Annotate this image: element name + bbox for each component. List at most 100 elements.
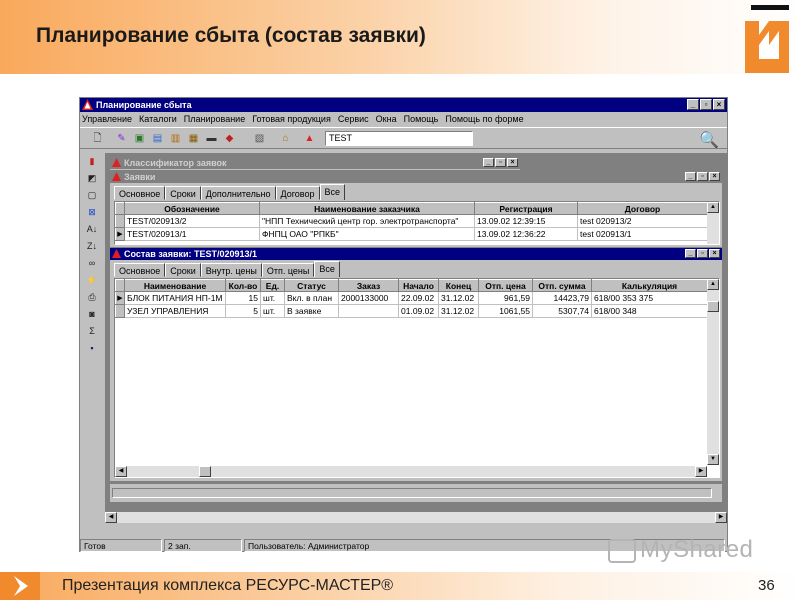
table-cell[interactable]: "НПП Технический центр гор. электротранс… (259, 214, 475, 228)
table-cell[interactable]: 618/00 348 (591, 304, 708, 318)
table-row[interactable]: УЗЕЛ УПРАВЛЕНИЯ 5 шт. В заявке 01.09.02 … (115, 304, 708, 318)
menu-okna[interactable]: Окна (376, 113, 397, 126)
column-header[interactable]: Начало (398, 279, 439, 292)
row-indicator[interactable] (115, 214, 125, 228)
filter-icon[interactable]: ⚡ (84, 273, 100, 288)
preview-icon[interactable]: 🗋 (90, 131, 105, 146)
column-header[interactable]: Конец (438, 279, 479, 292)
column-header[interactable]: Отп. сумма (532, 279, 592, 292)
table-cell[interactable]: 31.12.02 (438, 291, 479, 305)
print-preview-icon[interactable]: ◙ (84, 307, 100, 322)
table-row[interactable]: ▶ TEST/020913/1 ФНПЦ ОАО "РПКБ" 13.09.02… (115, 227, 708, 241)
current-row-indicator-icon[interactable]: ▶ (115, 227, 125, 241)
maximize-button[interactable]: ▫ (697, 172, 708, 181)
column-header[interactable]: Обозначение (124, 202, 260, 215)
sum-icon[interactable]: Σ (84, 324, 100, 339)
table-cell[interactable]: УЗЕЛ УПРАВЛЕНИЯ (124, 304, 226, 318)
note-icon[interactable]: ▢ (84, 188, 100, 203)
table-cell[interactable]: 14423,79 (532, 291, 592, 305)
menu-servis[interactable]: Сервис (338, 113, 369, 126)
binoculars-icon[interactable]: ∞ (84, 256, 100, 271)
minimize-button[interactable]: _ (483, 158, 494, 167)
edit-icon[interactable]: ◩ (84, 171, 100, 186)
folder-icon[interactable]: ▦ (186, 131, 201, 146)
table-cell[interactable]: 31.12.02 (438, 304, 479, 318)
column-header[interactable]: Статус (284, 279, 339, 292)
copy-icon[interactable]: ▣ (132, 131, 147, 146)
column-header[interactable]: Заказ (338, 279, 399, 292)
table-cell[interactable]: test 020913/1 (577, 227, 708, 241)
table-cell[interactable]: 2000133000 (338, 291, 399, 305)
orders-vscroll[interactable]: ▲ (707, 202, 719, 244)
print-icon[interactable]: ⎙ (84, 290, 100, 305)
table-cell[interactable] (338, 304, 399, 318)
table-cell[interactable]: 13.09.02 12:36:22 (474, 227, 578, 241)
column-header[interactable]: Наименование заказчика (259, 202, 475, 215)
maximize-button[interactable]: ▫ (700, 99, 712, 110)
menu-upravlenie[interactable]: Управление (82, 113, 132, 126)
sort-asc-icon[interactable]: A↓ (84, 222, 100, 237)
table-cell[interactable]: 5307,74 (532, 304, 592, 318)
minimize-button[interactable]: _ (685, 172, 696, 181)
stack-icon[interactable]: ▤ (150, 131, 165, 146)
search-icon[interactable]: 🔍 (699, 130, 719, 150)
table-row[interactable]: TEST/020913/2 "НПП Технический центр гор… (115, 214, 708, 228)
table-row[interactable]: ▶ БЛОК ПИТАНИЯ НП-1М 15 шт. Вкл. в план … (115, 291, 708, 305)
scroll-right-icon[interactable]: ▶ (715, 512, 727, 523)
tab-sroki[interactable]: Сроки (165, 263, 201, 277)
menu-planirovanie[interactable]: Планирование (184, 113, 245, 126)
table-cell[interactable]: TEST/020913/1 (124, 227, 260, 241)
close-button[interactable]: × (713, 99, 725, 110)
table-cell[interactable]: 618/00 353 375 (591, 291, 708, 305)
table-cell[interactable]: TEST/020913/2 (124, 214, 260, 228)
table-cell[interactable]: 1061,55 (478, 304, 533, 318)
tag-icon[interactable]: ✎ (114, 131, 129, 146)
column-header[interactable]: Наименование (124, 279, 226, 292)
tab-vnutr-tseny[interactable]: Внутр. цены (200, 263, 262, 277)
close-button[interactable]: × (709, 249, 720, 258)
menu-pomosch-po-forme[interactable]: Помощь по форме (445, 113, 523, 126)
tab-vse[interactable]: Все (314, 261, 340, 277)
column-header[interactable]: Отп. цена (478, 279, 533, 292)
column-header[interactable]: Регистрация (474, 202, 578, 215)
menu-gotovaya-produktsiya[interactable]: Готовая продукция (252, 113, 331, 126)
table-cell[interactable]: шт. (260, 304, 285, 318)
scroll-down-icon[interactable]: ▼ (707, 454, 719, 465)
column-header[interactable]: Ед. (260, 279, 285, 292)
maximize-button[interactable]: ▫ (495, 158, 506, 167)
scroll-thumb[interactable] (199, 466, 211, 477)
row-indicator[interactable] (115, 304, 125, 318)
minimize-button[interactable]: _ (687, 99, 699, 110)
table-cell[interactable]: ФНПЦ ОАО "РПКБ" (259, 227, 475, 241)
table-cell[interactable]: test 020913/2 (577, 214, 708, 228)
scroll-left-icon[interactable]: ◀ (105, 512, 117, 523)
table-cell[interactable]: 15 (225, 291, 261, 305)
minimize-button[interactable]: _ (685, 249, 696, 258)
tab-sroki[interactable]: Сроки (165, 186, 201, 200)
table-cell[interactable]: 961,59 (478, 291, 533, 305)
app-logo-icon[interactable]: ▲ (302, 131, 317, 146)
calendar-icon[interactable]: ▧ (252, 131, 267, 146)
close-button[interactable]: × (507, 158, 518, 167)
scroll-up-icon[interactable]: ▲ (707, 202, 719, 213)
home-icon[interactable]: ⌂ (278, 131, 293, 146)
table-cell[interactable]: В заявке (284, 304, 339, 318)
table-cell[interactable]: шт. (260, 291, 285, 305)
client-hscroll[interactable]: ◀ ▶ (105, 512, 727, 523)
delete-icon[interactable]: ⊠ (84, 205, 100, 220)
column-header[interactable]: Калькуляция (591, 279, 708, 292)
scroll-thumb[interactable] (707, 301, 719, 312)
tab-osnovnoe[interactable]: Основное (114, 186, 166, 200)
table-cell[interactable]: 22.09.02 (398, 291, 439, 305)
current-row-indicator-icon[interactable]: ▶ (115, 291, 125, 305)
truck-icon[interactable]: ▬ (204, 131, 219, 146)
scroll-left-icon[interactable]: ◀ (115, 466, 127, 477)
tab-dogovor[interactable]: Договор (275, 186, 320, 200)
save-icon[interactable]: ▪ (84, 341, 100, 356)
table-cell[interactable]: 01.09.02 (398, 304, 439, 318)
menu-katalogi[interactable]: Каталоги (139, 113, 177, 126)
menu-pomosch[interactable]: Помощь (404, 113, 439, 126)
table-cell[interactable]: Вкл. в план (284, 291, 339, 305)
tab-dopolnitelno[interactable]: Дополнительно (200, 186, 276, 200)
table-cell[interactable]: 5 (225, 304, 261, 318)
